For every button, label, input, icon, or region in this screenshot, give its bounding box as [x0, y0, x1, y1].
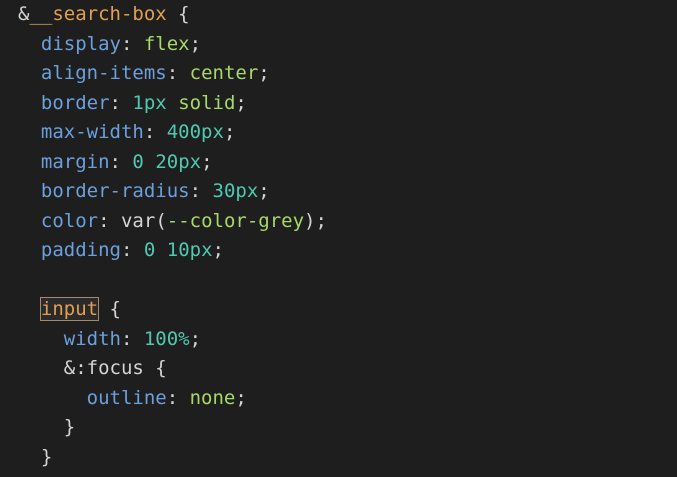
code-token: 0 [132, 150, 144, 173]
code-editor[interactable]: &__search-box { display: flex; align-ite… [0, 0, 677, 477]
code-line[interactable]: color: var(--color-grey); [18, 207, 327, 237]
code-token: : [98, 209, 121, 232]
code-token: flex [143, 32, 190, 55]
code-line[interactable]: margin: 0 20px; [18, 148, 213, 178]
code-token: __search-box [29, 3, 167, 25]
code-token: : [120, 32, 144, 55]
code-token: solid [178, 91, 236, 114]
code-token: & [63, 357, 76, 379]
code-token: : [143, 121, 167, 143]
code-token: : [109, 91, 133, 114]
code-token: 0 [143, 239, 156, 261]
code-line[interactable]: &__search-box { [18, 0, 190, 30]
code-token: ; [223, 121, 236, 143]
code-token: 10px [166, 239, 213, 261]
code-token: ); [304, 209, 327, 232]
code-token: none [189, 386, 236, 409]
code-token: display [40, 32, 121, 55]
code-token: --color-grey [166, 209, 305, 232]
code-token: ; [258, 62, 270, 84]
code-token: : [166, 386, 190, 409]
code-token: { [98, 298, 121, 320]
code-token: } [63, 416, 76, 438]
code-token: } [40, 445, 53, 468]
code-token: padding [40, 239, 121, 261]
code-token: max-width [40, 121, 144, 143]
code-token: outline [86, 386, 167, 409]
code-token: : [166, 62, 190, 84]
code-token: : [120, 327, 144, 350]
code-line[interactable]: outline: none; [18, 384, 247, 414]
code-line[interactable]: } [18, 443, 52, 473]
code-token: ; [235, 386, 247, 409]
code-line[interactable]: &:focus { [18, 354, 167, 384]
code-line[interactable]: padding: 0 10px; [18, 236, 224, 266]
code-line[interactable]: width: 100%; [18, 325, 201, 355]
code-line[interactable]: display: flex; [18, 30, 201, 60]
code-line[interactable]: } [18, 413, 75, 443]
code-token: { [166, 3, 190, 25]
code-token: 30px [212, 180, 259, 202]
code-token: 1px [132, 91, 167, 114]
code-token: : [189, 180, 213, 202]
code-token: ( [155, 209, 167, 232]
code-token: center [189, 62, 259, 84]
code-token: align-items [40, 62, 167, 84]
code-token: 100% [143, 327, 190, 350]
code-line[interactable]: max-width: 400px; [18, 118, 236, 148]
code-token: ; [189, 32, 202, 55]
code-token: var [120, 209, 156, 232]
code-token: :focus [75, 357, 144, 379]
code-token: ; [189, 327, 202, 350]
highlighted-token: input [39, 297, 100, 321]
code-token: border-radius [40, 180, 190, 202]
code-line[interactable]: border-radius: 30px; [18, 177, 270, 207]
code-token: margin [40, 150, 110, 173]
code-line[interactable]: border: 1px solid; [18, 89, 247, 119]
code-token: ; [258, 180, 270, 202]
code-token: 400px [166, 121, 224, 143]
code-line[interactable]: align-items: center; [18, 59, 270, 89]
code-token: : [120, 239, 144, 261]
code-token: border [40, 91, 110, 114]
code-token: ; [212, 239, 224, 261]
code-token: & [18, 3, 30, 25]
code-line[interactable]: input { [18, 295, 121, 325]
code-token: color [40, 209, 99, 232]
code-token: ; [235, 91, 247, 114]
code-token: 20px [155, 150, 202, 173]
code-token: { [143, 357, 167, 379]
code-token: width [63, 327, 121, 350]
code-token: : [109, 150, 133, 173]
code-token: ; [201, 150, 213, 173]
